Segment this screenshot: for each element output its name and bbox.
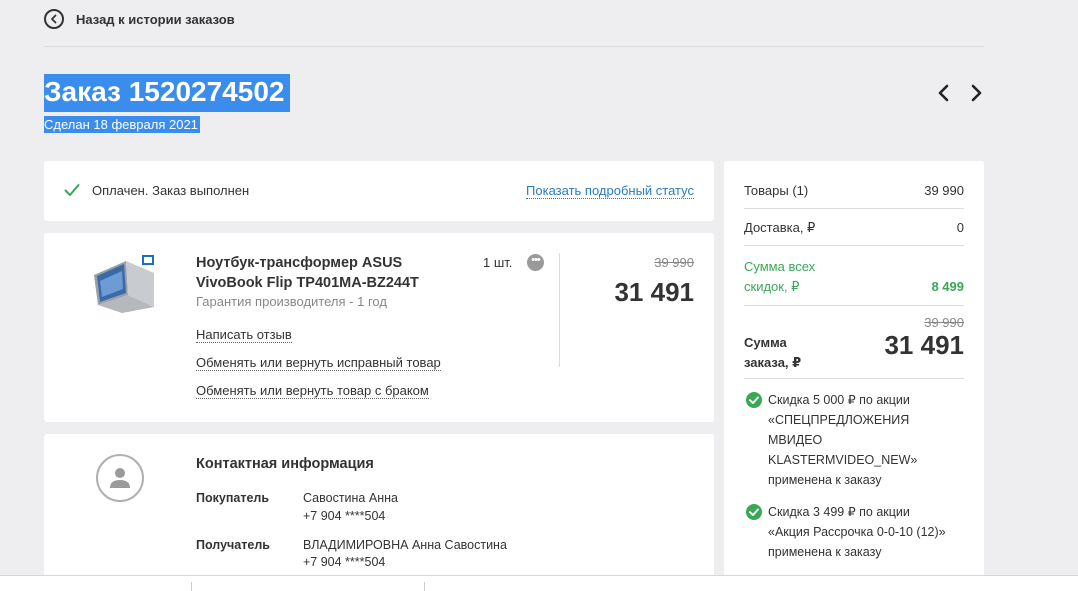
promo-line: применена к заказу <box>768 545 882 559</box>
order-navigation <box>936 84 984 102</box>
quantity: 1 шт. <box>483 255 513 270</box>
more-options-icon[interactable]: ••• <box>527 254 544 271</box>
checkmark-icon <box>746 392 762 408</box>
laptop-image[interactable] <box>88 253 158 315</box>
discount-label-line1: Сумма всех <box>744 259 816 274</box>
old-price: 39 990 <box>654 255 694 270</box>
back-to-orders-link[interactable]: Назад к истории заказов <box>44 9 235 29</box>
exchange-good-link[interactable]: Обменять или вернуть исправный товар <box>196 355 441 371</box>
recipient-name: ВЛАДИМИРОВНА Анна Савостина <box>303 538 507 552</box>
goods-value: 39 990 <box>924 183 964 198</box>
contact-card: Контактная информация Покупатель Савости… <box>44 434 714 590</box>
promo-line: KLASTERMVIDEO_NEW» <box>768 453 918 467</box>
goods-row: Товары (1) 39 990 <box>744 183 964 198</box>
user-icon <box>96 454 144 502</box>
promo-line: МВИДЕО <box>768 433 823 447</box>
promo-line: «Акция Рассрочка 0-0-10 (12)» <box>768 525 946 539</box>
order-summary: Товары (1) 39 990 Доставка, ₽ 0 Сумма вс… <box>724 161 984 590</box>
delivery-row: Доставка, ₽ 0 <box>744 220 964 236</box>
exchange-defect-link[interactable]: Обменять или вернуть товар с браком <box>196 383 429 399</box>
old-total: 39 990 <box>924 315 964 330</box>
chevron-right-icon[interactable] <box>968 84 984 102</box>
write-review-link[interactable]: Написать отзыв <box>196 327 292 343</box>
header-divider <box>44 46 984 47</box>
back-arrow-icon <box>44 9 64 29</box>
status-card: Оплачен. Заказ выполнен Показать подробн… <box>44 161 714 221</box>
promo-line: «СПЕЦПРЕДЛОЖЕНИЯ <box>768 413 910 427</box>
order-date: Сделан 18 февраля 2021 <box>44 116 200 133</box>
recipient-phone: +7 904 ****504 <box>303 555 386 569</box>
vertical-divider <box>559 253 560 367</box>
contact-title: Контактная информация <box>196 456 374 472</box>
buyer-label: Покупатель <box>196 491 270 505</box>
bottom-bar <box>0 575 1078 591</box>
order-title: Заказ 1520274502 <box>44 74 291 112</box>
total-row: Сумма заказа, ₽ 31 491 <box>744 330 964 373</box>
summary-divider <box>744 245 964 246</box>
discount-row: Сумма всех скидок, ₽ 8 499 <box>744 257 964 297</box>
order-item-card: Ноутбук-трансформер ASUS VivoBook Flip T… <box>44 233 714 422</box>
item-price: 31 491 <box>614 277 694 307</box>
buyer-name: Савостина Анна <box>303 491 398 505</box>
delivery-value: 0 <box>956 220 964 235</box>
status-text: Оплачен. Заказ выполнен <box>92 183 250 198</box>
chevron-left-icon[interactable] <box>936 84 952 102</box>
detailed-status-link[interactable]: Показать подробный статус <box>526 183 694 199</box>
warranty-text: Гарантия производителя - 1 год <box>196 294 387 309</box>
total-value: 31 491 <box>884 330 964 360</box>
order-header: Заказ 1520274502 Сделан 18 февраля 2021 <box>44 74 291 134</box>
checkmark-icon <box>64 184 80 196</box>
back-link-label: Назад к истории заказов <box>76 11 235 27</box>
goods-label: Товары (1) <box>744 183 809 198</box>
summary-divider <box>744 305 964 306</box>
checkmark-icon <box>746 504 762 520</box>
buyer-phone: +7 904 ****504 <box>303 509 386 523</box>
promo-line: Скидка 3 499 ₽ по акции <box>768 505 910 519</box>
summary-divider <box>744 378 964 379</box>
delivery-label: Доставка, ₽ <box>744 220 816 235</box>
product-name[interactable]: Ноутбук-трансформер ASUS VivoBook Flip T… <box>196 253 456 293</box>
discount-value: 8 499 <box>931 279 964 294</box>
recipient-label: Получатель <box>196 538 270 552</box>
promo-line: применена к заказу <box>768 473 882 487</box>
summary-divider <box>744 208 964 209</box>
promo-line: Скидка 5 000 ₽ по акции <box>768 393 910 407</box>
